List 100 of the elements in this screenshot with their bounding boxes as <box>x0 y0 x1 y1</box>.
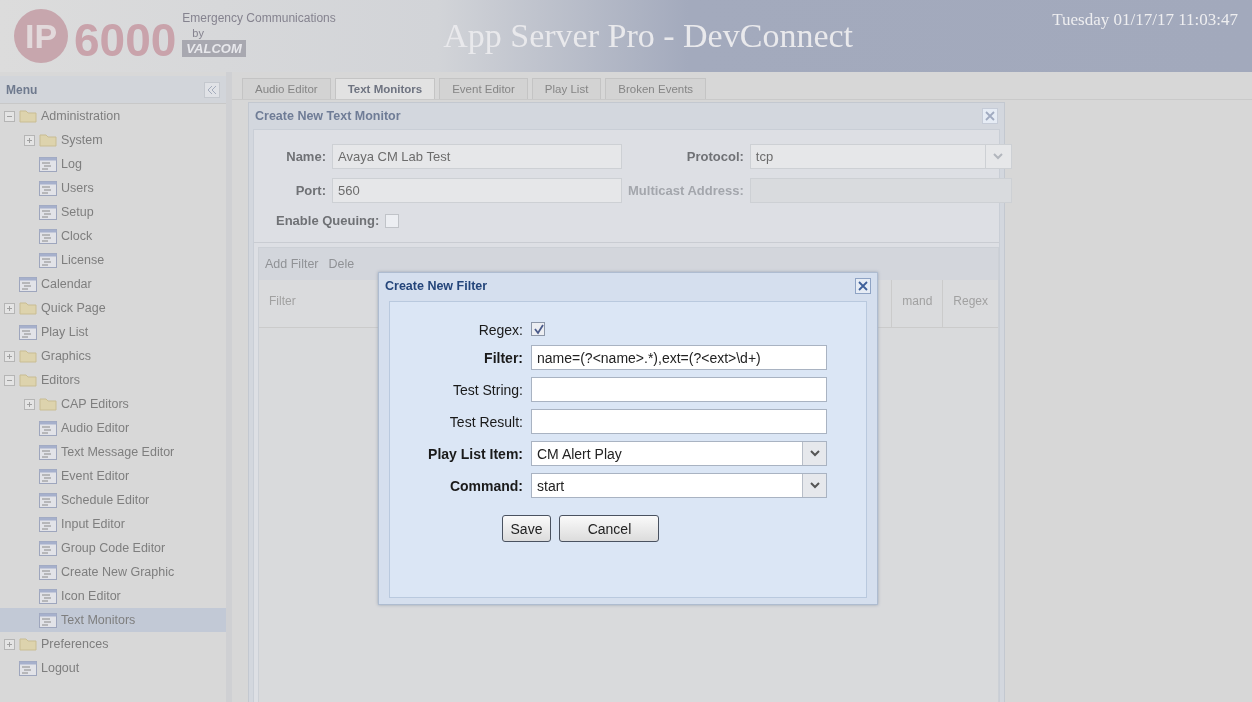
text-field[interactable] <box>531 409 827 434</box>
field-label: Enable Queuing: <box>276 213 380 228</box>
tree-item-label: Create New Graphic <box>61 565 175 579</box>
tree-item-label: System <box>61 133 103 147</box>
plus-icon[interactable] <box>24 398 35 410</box>
column-header[interactable]: mand <box>891 280 943 327</box>
field-label: Name: <box>285 149 326 164</box>
close-icon <box>858 281 868 291</box>
logo-tagline: Emergency Communications <box>182 11 336 25</box>
folder-icon <box>19 637 37 651</box>
plus-icon[interactable] <box>4 350 15 362</box>
folder-icon <box>39 133 57 147</box>
minus-icon[interactable] <box>4 110 15 122</box>
tree-item-label: Users <box>61 181 94 195</box>
tree-item-label: Log <box>61 157 82 171</box>
document-icon <box>19 276 37 292</box>
field-label: Test String: <box>451 381 523 398</box>
toolbar-button[interactable]: Add Filter <box>265 257 319 271</box>
folder-icon <box>19 301 37 315</box>
tree-item-label: Calendar <box>41 277 92 291</box>
field-label: Test Result: <box>448 413 523 430</box>
multicast-address-field[interactable] <box>749 178 1012 203</box>
tree-item[interactable]: Text Monitors <box>0 608 226 632</box>
tree-item-label: Logout <box>41 661 80 675</box>
tab[interactable]: Event Editor <box>439 78 528 99</box>
document-icon <box>19 324 37 340</box>
tree-item-label: Group Code Editor <box>61 541 166 555</box>
text-field[interactable] <box>531 377 827 402</box>
document-icon <box>39 588 57 604</box>
protocol-select[interactable]: tcp <box>749 144 1012 169</box>
plus-icon[interactable] <box>24 134 35 146</box>
close-button[interactable] <box>855 278 871 294</box>
tree-item-label: Clock <box>61 229 93 243</box>
tree-item-label: Input Editor <box>61 517 125 531</box>
tab[interactable]: Broken Events <box>605 78 707 99</box>
logo-by: by <box>192 26 205 39</box>
tree-item-label: Preferences <box>41 637 109 651</box>
document-icon <box>39 204 57 220</box>
tree-item-label: Editors <box>41 373 80 387</box>
tree-item-label: Audio Editor <box>61 421 130 435</box>
tree-item-label: License <box>61 253 105 267</box>
minus-icon[interactable] <box>4 374 15 386</box>
tree-item-label: Event Editor <box>61 469 130 483</box>
queuing-checkbox[interactable] <box>385 213 400 228</box>
dialog-title: Create New Text Monitor <box>255 109 401 123</box>
document-icon <box>39 180 57 196</box>
field-label: Multicast Address: <box>628 183 744 198</box>
caret-icon <box>993 153 1004 160</box>
logo-number: 6000 <box>74 17 177 63</box>
document-icon <box>39 612 57 628</box>
document-icon <box>39 228 57 244</box>
document-icon <box>39 492 57 508</box>
port-field[interactable]: 560 <box>332 178 622 203</box>
close-icon <box>985 111 995 121</box>
column-header[interactable]: Regex <box>942 280 998 327</box>
document-icon <box>39 468 57 484</box>
folder-icon <box>19 373 37 387</box>
toolbar-button[interactable]: Dele <box>328 257 355 271</box>
tree-item-label: Setup <box>61 205 94 219</box>
field-label: Port: <box>294 183 326 198</box>
tab[interactable]: Audio Editor <box>242 78 331 99</box>
select-field[interactable]: CM Alert Play <box>531 441 827 466</box>
document-icon <box>19 660 37 676</box>
name-field[interactable]: Avaya CM Lab Test <box>332 144 622 169</box>
field-label: Regex: <box>477 322 523 338</box>
tree-item-label: Text Message Editor <box>61 445 175 459</box>
caret-icon <box>809 482 820 489</box>
collapse-icon[interactable] <box>204 81 220 98</box>
folder-icon <box>39 397 57 411</box>
field-label: Protocol: <box>685 149 744 164</box>
document-icon <box>39 252 57 268</box>
check-icon <box>532 323 544 335</box>
checkbox[interactable] <box>531 322 545 336</box>
plus-icon[interactable] <box>4 302 15 314</box>
tree-item-label: Icon Editor <box>61 589 121 603</box>
field-label: Command: <box>448 477 523 494</box>
document-icon <box>39 564 57 580</box>
folder-icon <box>19 349 37 363</box>
text-field[interactable]: name=(?<name>.*),ext=(?<ext>\d+) <box>531 345 827 370</box>
tab[interactable]: Text Monitors <box>334 78 436 99</box>
field-label: Play List Item: <box>427 445 523 462</box>
date-time: Tuesday 01/17/17 11:03:47 <box>1052 10 1238 30</box>
save-button[interactable]: Save <box>501 515 552 542</box>
menu-title: Menu <box>6 82 38 97</box>
tab[interactable]: Play List <box>531 78 602 99</box>
folder-icon <box>19 109 37 123</box>
tree-item-label: Quick Page <box>41 301 106 315</box>
brand-logo: VALCOM <box>182 40 246 57</box>
document-icon <box>39 444 57 460</box>
caret-icon <box>809 450 820 457</box>
document-icon <box>39 156 57 172</box>
tree-item-label: Text Monitors <box>61 613 136 627</box>
select-field[interactable]: start <box>531 473 827 498</box>
cancel-button[interactable]: Cancel <box>559 515 660 542</box>
tree-item-label: Play List <box>41 325 89 339</box>
plus-icon[interactable] <box>4 638 15 650</box>
tree-item-label: Graphics <box>41 349 92 363</box>
document-icon <box>39 540 57 556</box>
document-icon <box>39 420 57 436</box>
document-icon <box>39 516 57 532</box>
